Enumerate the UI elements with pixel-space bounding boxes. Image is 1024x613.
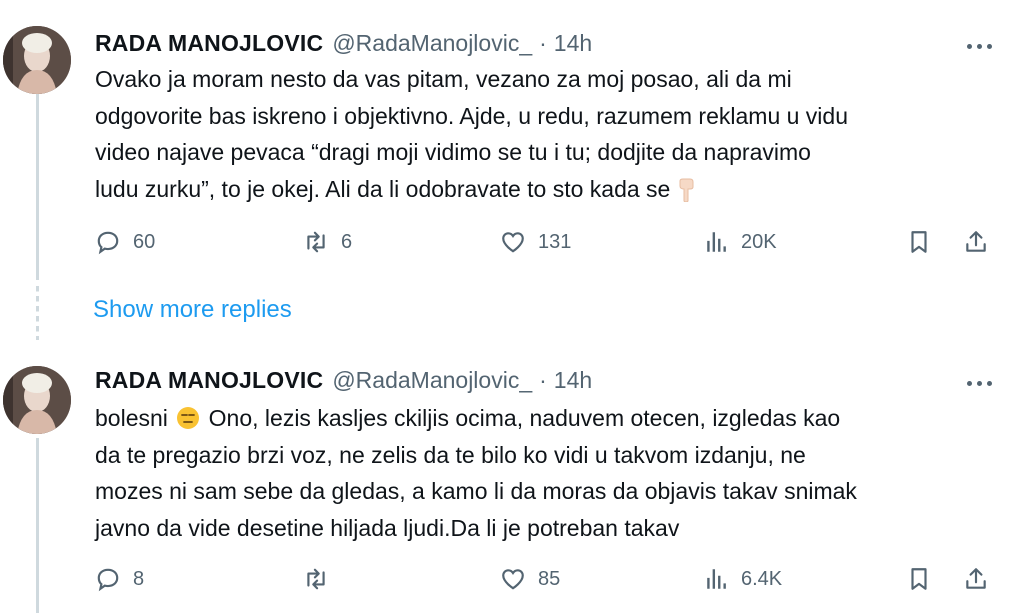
reply-count: 60: [133, 230, 156, 253]
views-button[interactable]: 6.4K: [703, 566, 782, 592]
reply-count: 8: [133, 567, 145, 590]
author-name[interactable]: RADA MANOJLOVIC: [95, 367, 323, 394]
retweet-count: 6: [341, 230, 353, 253]
bookmark-icon: [911, 568, 927, 590]
like-count: 85: [538, 567, 561, 590]
tweet-header: RADA MANOJLOVIC @RadaManojlovic_ · 14h: [95, 367, 592, 394]
share-button[interactable]: [963, 229, 989, 255]
author-handle[interactable]: @RadaManojlovic_: [332, 30, 532, 57]
views-count: 6.4K: [741, 567, 783, 590]
bookmark-button[interactable]: [906, 566, 932, 592]
views-button[interactable]: 20K: [703, 229, 777, 255]
share-icon: [966, 231, 986, 252]
tweet-text-line: ludu zurku”, to je okej. Ali da li odobr…: [95, 175, 671, 202]
share-icon: [966, 568, 986, 589]
retweet-button[interactable]: 6: [303, 229, 352, 255]
tweet-text-line: da te pregazio brzi voz, ne zelis da te …: [95, 441, 806, 468]
views-count: 20K: [741, 230, 777, 253]
avatar[interactable]: [3, 366, 71, 434]
tweet-actions: 60 6 131 20K: [95, 229, 995, 259]
author-handle[interactable]: @RadaManojlovic_: [332, 367, 532, 394]
like-icon: [502, 569, 524, 590]
more-icon[interactable]: [962, 36, 996, 56]
like-count: 131: [538, 230, 572, 253]
share-button[interactable]: [963, 566, 989, 592]
views-icon: [707, 232, 726, 252]
show-more-replies-link[interactable]: Show more replies: [93, 296, 292, 324]
separator-dot: ·: [539, 30, 547, 56]
thread-line: [36, 438, 39, 613]
retweet-icon: [307, 568, 325, 590]
reply-icon: [97, 231, 119, 255]
tweet-text-line: mozes ni sam sebe da gledas, a kamo li d…: [95, 478, 857, 504]
more-icon[interactable]: [962, 373, 996, 393]
timestamp[interactable]: 14h: [554, 367, 592, 394]
thread-dotted-line: [36, 286, 39, 340]
views-icon: [707, 569, 726, 589]
tweet-text-line: Ovako ja moram nesto da vas pitam, vezan…: [95, 66, 792, 92]
retweet-icon: [307, 231, 325, 253]
tweet-text-segment: bolesni: [95, 405, 168, 431]
retweet-button[interactable]: [303, 566, 341, 592]
expressionless-face-emoji-icon: [177, 407, 200, 429]
tweet-actions: 8 85 6.4K: [95, 566, 995, 596]
tweet-text-line: odgovorite bas iskreno i objektivno. Ajd…: [95, 102, 849, 129]
timestamp[interactable]: 14h: [554, 30, 592, 57]
tweet-text-segment: Ono, lezis kasljes ckiljis ocima, naduve…: [208, 405, 841, 431]
avatar[interactable]: [3, 26, 71, 94]
reply-button[interactable]: 60: [95, 229, 155, 255]
bookmark-icon: [911, 231, 927, 253]
tweet-text-line: javno da vide desetine hiljada ljudi.Da …: [95, 514, 680, 541]
thread-line: [36, 92, 39, 280]
tweet-header: RADA MANOJLOVIC @RadaManojlovic_ · 14h: [95, 30, 592, 57]
separator-dot: ·: [539, 367, 547, 393]
like-icon: [502, 232, 524, 253]
bookmark-button[interactable]: [906, 229, 932, 255]
tweet-text: bolesni Ono, lezis kasljes ckiljis ocima…: [95, 400, 1000, 546]
tweet-text: Ovako ja moram nesto da vas pitam, vezan…: [95, 61, 1000, 207]
tweet-text-line: video najave pevaca “dragi moji vidimo s…: [95, 139, 811, 165]
pointing-down-emoji-icon: [679, 178, 694, 203]
author-name[interactable]: RADA MANOJLOVIC: [95, 30, 323, 57]
reply-icon: [97, 568, 119, 592]
like-button[interactable]: 85: [500, 566, 560, 592]
reply-button[interactable]: 8: [95, 566, 144, 592]
like-button[interactable]: 131: [500, 229, 571, 255]
